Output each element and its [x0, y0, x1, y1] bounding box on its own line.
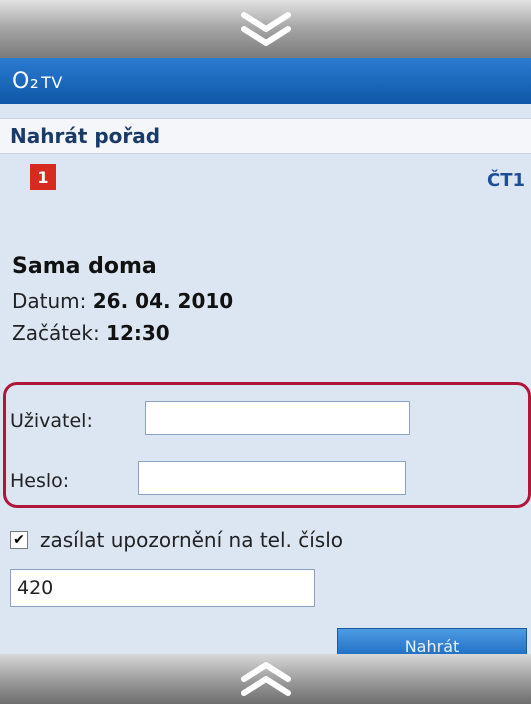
program-date: Datum: 26. 04. 2010 — [12, 285, 233, 317]
start-label: Začátek: — [12, 321, 100, 345]
chevron-double-down-icon — [240, 12, 291, 46]
channel-logo: 1 — [30, 164, 56, 190]
phone-input[interactable]: 420 — [10, 569, 315, 607]
o2-tv-logo: O₂ TV — [12, 68, 63, 94]
start-value: 12:30 — [106, 321, 170, 345]
notify-label: zasílat upozornění na tel. číslo — [40, 528, 343, 552]
brand-header: O₂ TV — [0, 58, 531, 104]
program-info: Sama doma Datum: 26. 04. 2010 Začátek: 1… — [12, 254, 233, 349]
user-label: Uživatel: — [10, 410, 93, 432]
scroll-up-bar[interactable] — [0, 654, 531, 704]
page-title: Nahrát pořad — [10, 124, 161, 148]
password-label: Heslo: — [10, 470, 70, 492]
date-label: Datum: — [12, 289, 87, 313]
notify-checkbox[interactable]: ✔ — [10, 531, 28, 549]
password-input[interactable] — [138, 461, 406, 495]
chevron-double-up-icon — [240, 662, 291, 696]
page-title-bar: Nahrát pořad — [0, 118, 531, 154]
channel-name: ČT1 — [486, 170, 525, 191]
channel-row: 1 ČT1 — [0, 160, 531, 200]
program-start: Začátek: 12:30 — [12, 317, 233, 349]
scroll-down-bar[interactable] — [0, 0, 531, 58]
notify-row: ✔ zasílat upozornění na tel. číslo — [10, 528, 343, 552]
date-value: 26. 04. 2010 — [92, 289, 234, 313]
user-input[interactable] — [145, 401, 410, 435]
program-title: Sama doma — [12, 254, 157, 279]
